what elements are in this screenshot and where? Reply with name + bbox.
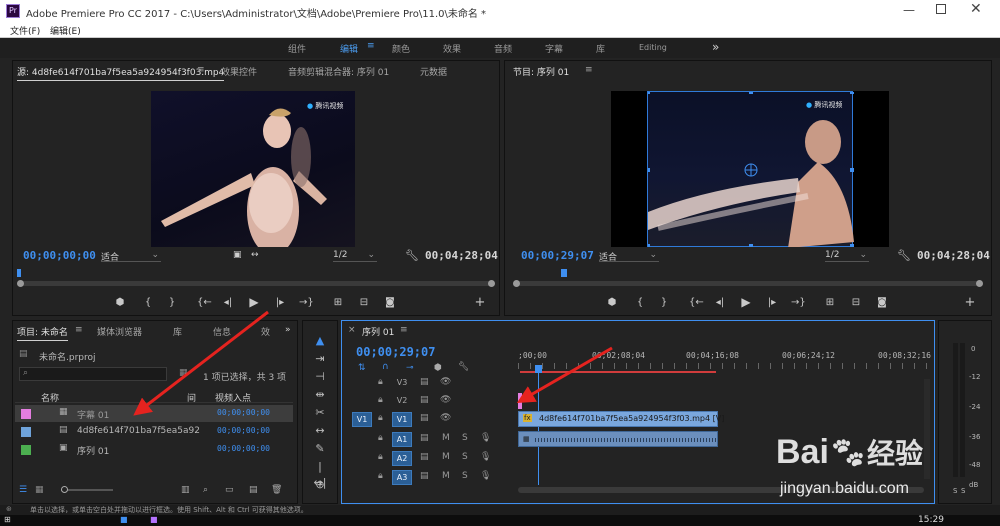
baidu-url: jingyan.baidu.com xyxy=(780,480,909,497)
annotation-arrow xyxy=(516,346,613,404)
taskbar-app-icon[interactable]: ■ xyxy=(120,515,128,524)
taskbar-clock: 15:29 xyxy=(918,515,944,525)
status-text: 单击以选择，或单击空白处并拖动以进行框选。使用 Shift、Alt 和 Ctrl… xyxy=(30,506,308,514)
baidu-brand-jingyan: 经验 xyxy=(867,438,924,469)
baidu-brand-bai: Bai xyxy=(776,433,829,471)
status-bar: ⊛ 单击以选择，或单击空白处并拖动以进行框选。使用 Shift、Alt 和 Ct… xyxy=(0,505,1000,515)
windows-start-icon[interactable]: ⊞ xyxy=(4,515,11,524)
taskbar: ⊞ ■ ■ 15:29 xyxy=(0,515,1000,526)
baidu-brand: Bai🐾︎经验 xyxy=(776,432,923,472)
baidu-jingyan-logo: Bai🐾︎经验 jingyan.baidu.com xyxy=(776,424,996,508)
status-icon: ⊛ xyxy=(6,505,12,513)
taskbar-app-icon[interactable]: ■ xyxy=(150,515,158,524)
paw-icon: 🐾︎ xyxy=(828,437,868,470)
annotation-arrow xyxy=(133,310,269,416)
